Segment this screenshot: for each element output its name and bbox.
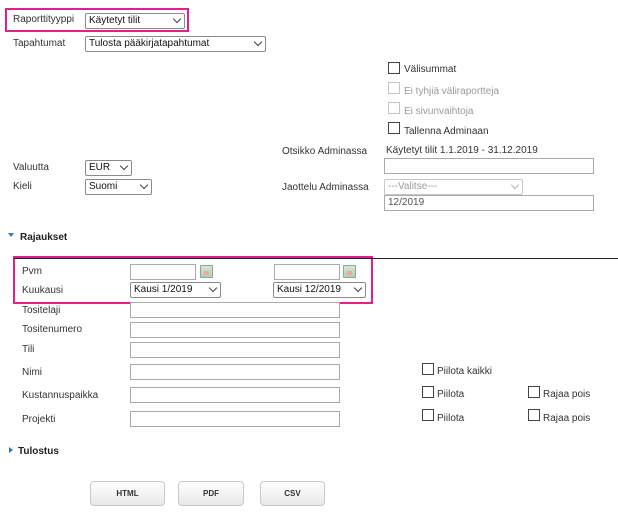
admin-title-value: Käytetyt tilit 1.1.2019 - 31.12.2019: [386, 145, 538, 156]
month-from-value: Kausi 1/2019: [134, 284, 193, 295]
project-limit-checkbox[interactable]: [528, 409, 540, 421]
period-input-value: 12/2019: [388, 197, 425, 208]
calendar-icon[interactable]: [343, 265, 356, 278]
language-label: Kieli: [13, 181, 32, 192]
csv-button[interactable]: CSV: [260, 481, 325, 506]
month-to-value: Kausi 12/2019: [277, 284, 341, 295]
voucher-type-input[interactable]: [130, 302, 340, 318]
section-divider: [14, 258, 618, 259]
no-page-breaks-checkbox[interactable]: [388, 102, 400, 114]
no-page-breaks-label: Ei sivunvaihtoja: [404, 106, 474, 117]
report-type-value: Käytetyt tilit: [89, 15, 141, 26]
currency-select[interactable]: EUR: [85, 160, 132, 176]
cost-center-input[interactable]: [130, 387, 340, 403]
cost-center-hide-label: Piilota: [437, 389, 465, 400]
admin-title-input[interactable]: [384, 158, 594, 174]
project-hide-checkbox[interactable]: [422, 409, 434, 421]
currency-value: EUR: [89, 162, 111, 173]
voucher-type-label: Tositelaji: [22, 305, 61, 316]
project-input[interactable]: [130, 411, 340, 427]
chevron-down-icon: [139, 180, 149, 190]
currency-label: Valuutta: [13, 162, 49, 173]
hide-all-checkbox[interactable]: [422, 363, 434, 375]
subtotals-label: Välisummat: [404, 64, 457, 75]
cost-center-hide-checkbox[interactable]: [422, 386, 434, 398]
project-limit-label: Rajaa pois: [543, 413, 591, 424]
cost-center-limit-label: Rajaa pois: [543, 389, 591, 400]
account-input[interactable]: [130, 342, 340, 358]
expanded-arrow-icon[interactable]: [8, 233, 14, 237]
project-hide-label: Piilota: [437, 413, 465, 424]
language-select[interactable]: Suomi: [85, 179, 152, 195]
cost-center-limit-checkbox[interactable]: [528, 386, 540, 398]
project-label: Projekti: [22, 414, 56, 425]
collapsed-arrow-icon[interactable]: [9, 447, 13, 453]
chevron-down-icon: [172, 14, 182, 24]
hide-all-label: Piilota kaikki: [437, 366, 493, 377]
chevron-down-icon: [353, 283, 363, 293]
date-label: Pvm: [22, 266, 42, 277]
no-empty-subreports-checkbox[interactable]: [388, 82, 400, 94]
name-input[interactable]: [130, 364, 340, 380]
save-admin-label: Tallenna Adminaan: [404, 126, 489, 137]
chevron-down-icon: [208, 283, 218, 293]
report-type-label: Raporttityyppi: [13, 14, 75, 25]
admin-title-label: Otsikko Adminassa: [282, 146, 368, 157]
html-button[interactable]: HTML: [90, 481, 165, 506]
calendar-icon[interactable]: [200, 265, 213, 278]
output-title[interactable]: Tulostus: [18, 446, 59, 457]
date-from-input[interactable]: [130, 264, 196, 280]
admin-split-select[interactable]: ---Valitse---: [384, 179, 523, 195]
no-empty-subreports-label: Ei tyhjiä väliraportteja: [404, 86, 500, 97]
chevron-down-icon: [253, 37, 263, 47]
date-to-input[interactable]: [274, 264, 340, 280]
restrictions-title[interactable]: Rajaukset: [20, 232, 67, 243]
admin-split-label: Jaottelu Adminassa: [282, 182, 369, 193]
chevron-down-icon: [510, 180, 520, 190]
account-label: Tili: [22, 344, 35, 355]
events-select[interactable]: Tulosta pääkirjatapahtumat: [85, 36, 266, 52]
events-label: Tapahtumat: [13, 38, 66, 49]
month-from-select[interactable]: Kausi 1/2019: [130, 282, 221, 298]
admin-split-value: ---Valitse---: [388, 181, 438, 192]
voucher-number-input[interactable]: [130, 322, 340, 338]
language-value: Suomi: [89, 181, 118, 192]
save-admin-checkbox[interactable]: [388, 122, 400, 134]
name-label: Nimi: [22, 367, 42, 378]
report-type-select[interactable]: Käytetyt tilit: [85, 13, 185, 29]
subtotals-checkbox[interactable]: [388, 62, 400, 74]
cost-center-label: Kustannuspaikka: [22, 390, 99, 401]
pdf-button[interactable]: PDF: [178, 481, 244, 506]
month-to-select[interactable]: Kausi 12/2019: [273, 282, 366, 298]
period-input[interactable]: 12/2019: [384, 195, 594, 211]
month-label: Kuukausi: [22, 285, 64, 296]
events-value: Tulosta pääkirjatapahtumat: [89, 38, 210, 49]
voucher-number-label: Tositenumero: [22, 324, 83, 335]
chevron-down-icon: [119, 161, 129, 171]
